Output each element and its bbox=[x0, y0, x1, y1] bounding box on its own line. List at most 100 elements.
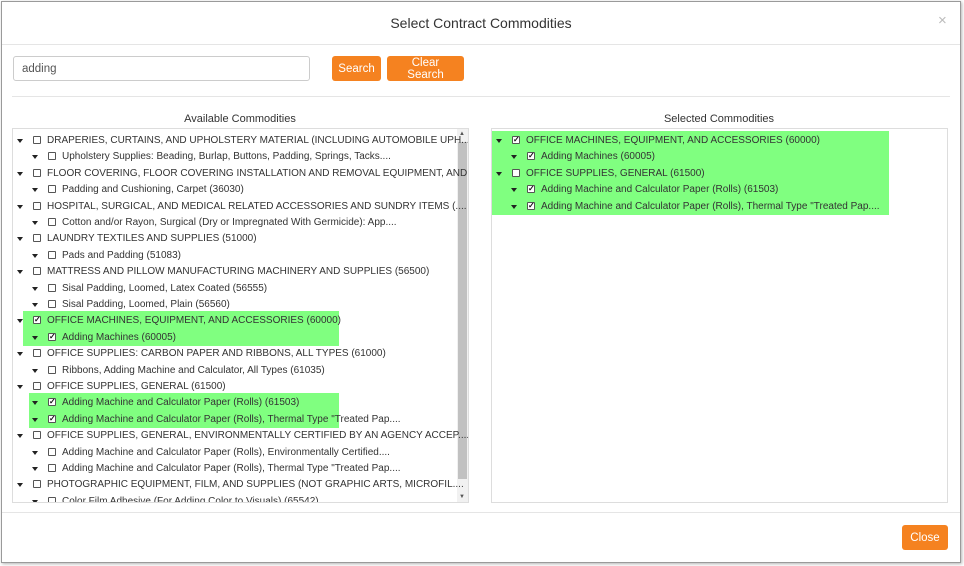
caret-down-icon[interactable] bbox=[32, 286, 38, 291]
caret-down-icon[interactable] bbox=[32, 303, 38, 307]
caret-down-icon[interactable] bbox=[17, 385, 23, 389]
tree-item-label: Upholstery Supplies: Beading, Burlap, Bu… bbox=[62, 151, 391, 163]
tree-item[interactable]: Upholstery Supplies: Beading, Burlap, Bu… bbox=[13, 149, 453, 165]
scrollbar[interactable]: ▲ ▼ bbox=[457, 129, 468, 502]
caret-down-icon[interactable] bbox=[17, 483, 23, 488]
checkbox[interactable] bbox=[33, 480, 41, 489]
tree-item[interactable]: OFFICE SUPPLIES, GENERAL (61500) bbox=[492, 166, 932, 182]
tree-item[interactable]: Adding Machine and Calculator Paper (Rol… bbox=[13, 395, 453, 411]
checkbox[interactable] bbox=[527, 152, 535, 161]
checkbox[interactable] bbox=[48, 365, 56, 374]
tree-item[interactable]: LAUNDRY TEXTILES AND SUPPLIES (51000) bbox=[13, 231, 453, 247]
close-button[interactable]: Close bbox=[902, 525, 948, 550]
caret-down-icon[interactable] bbox=[32, 155, 38, 160]
tree-item[interactable]: Pads and Padding (51083) bbox=[13, 248, 453, 264]
tree-item-label: MATTRESS AND PILLOW MANUFACTURING MACHIN… bbox=[47, 266, 430, 278]
checkbox[interactable] bbox=[33, 234, 41, 243]
tree-item[interactable]: FLOOR COVERING, FLOOR COVERING INSTALLAT… bbox=[13, 166, 468, 182]
scroll-down-icon[interactable]: ▼ bbox=[459, 494, 465, 500]
checkbox[interactable] bbox=[512, 168, 520, 177]
tree-item[interactable]: DRAPERIES, CURTAINS, AND UPHOLSTERY MATE… bbox=[13, 133, 468, 149]
close-icon[interactable]: × bbox=[938, 12, 947, 29]
caret-down-icon[interactable] bbox=[32, 499, 38, 502]
tree-item[interactable]: Adding Machine and Calculator Paper (Rol… bbox=[13, 445, 453, 461]
checkbox[interactable] bbox=[512, 136, 520, 144]
available-commodities-tree[interactable]: ▲ ▼ DRAPERIES, CURTAINS, AND UPHOLSTERY … bbox=[12, 128, 469, 503]
tree-item[interactable]: Ribbons, Adding Machine and Calculator, … bbox=[13, 363, 453, 379]
caret-down-icon[interactable] bbox=[511, 155, 517, 160]
tree-item[interactable]: Adding Machine and Calculator Paper (Rol… bbox=[492, 199, 932, 215]
tree-item[interactable]: Adding Machine and Calculator Paper (Rol… bbox=[13, 461, 453, 477]
tree-item[interactable]: OFFICE SUPPLIES: CARBON PAPER AND RIBBON… bbox=[13, 346, 453, 362]
dialog-title: Select Contract Commodities bbox=[390, 15, 572, 31]
caret-down-icon[interactable] bbox=[32, 417, 38, 422]
caret-down-icon[interactable] bbox=[32, 450, 38, 455]
checkbox[interactable] bbox=[33, 431, 41, 440]
checkbox[interactable] bbox=[48, 414, 56, 423]
tree-item[interactable]: Adding Machines (60005) bbox=[492, 149, 932, 165]
checkbox[interactable] bbox=[33, 201, 41, 210]
checkbox[interactable] bbox=[48, 464, 56, 472]
checkbox[interactable] bbox=[48, 332, 56, 341]
caret-down-icon[interactable] bbox=[17, 270, 23, 275]
divider bbox=[2, 512, 960, 513]
caret-down-icon[interactable] bbox=[32, 467, 38, 471]
caret-down-icon[interactable] bbox=[32, 368, 38, 373]
search-button[interactable]: Search bbox=[332, 56, 381, 81]
tree-item[interactable]: Adding Machine and Calculator Paper (Rol… bbox=[492, 182, 932, 198]
tree-item[interactable]: Cotton and/or Rayon, Surgical (Dry or Im… bbox=[13, 215, 453, 231]
caret-down-icon[interactable] bbox=[17, 204, 23, 209]
tree-item[interactable]: OFFICE SUPPLIES, GENERAL, ENVIRONMENTALL… bbox=[13, 428, 468, 444]
checkbox[interactable] bbox=[48, 218, 56, 226]
checkbox[interactable] bbox=[48, 185, 56, 194]
tree-item[interactable]: HOSPITAL, SURGICAL, AND MEDICAL RELATED … bbox=[13, 199, 467, 215]
checkbox[interactable] bbox=[48, 152, 56, 161]
tree-item[interactable]: MATTRESS AND PILLOW MANUFACTURING MACHIN… bbox=[13, 264, 453, 280]
checkbox[interactable] bbox=[48, 300, 56, 308]
caret-down-icon[interactable] bbox=[511, 204, 517, 209]
tree-item[interactable]: PHOTOGRAPHIC EQUIPMENT, FILM, AND SUPPLI… bbox=[13, 477, 464, 493]
caret-down-icon[interactable] bbox=[511, 188, 517, 193]
caret-down-icon[interactable] bbox=[496, 171, 502, 176]
search-input[interactable] bbox=[13, 56, 310, 81]
caret-down-icon[interactable] bbox=[17, 139, 23, 143]
clear-search-button[interactable]: Clear Search bbox=[387, 56, 464, 81]
checkbox[interactable] bbox=[48, 496, 56, 502]
tree-item[interactable]: Sisal Padding, Loomed, Plain (56560) bbox=[13, 297, 453, 313]
caret-down-icon[interactable] bbox=[32, 401, 38, 406]
selected-commodities-tree[interactable]: OFFICE MACHINES, EQUIPMENT, AND ACCESSOR… bbox=[491, 128, 948, 503]
caret-down-icon[interactable] bbox=[17, 171, 23, 176]
tree-item[interactable]: OFFICE MACHINES, EQUIPMENT, AND ACCESSOR… bbox=[492, 133, 932, 149]
caret-down-icon[interactable] bbox=[17, 319, 23, 324]
caret-down-icon[interactable] bbox=[32, 253, 38, 258]
tree-item[interactable]: Adding Machine and Calculator Paper (Rol… bbox=[13, 412, 453, 428]
checkbox[interactable] bbox=[48, 283, 56, 292]
caret-down-icon[interactable] bbox=[32, 188, 38, 193]
checkbox[interactable] bbox=[33, 136, 41, 144]
tree-item-label: Adding Machine and Calculator Paper (Rol… bbox=[62, 397, 300, 409]
checkbox[interactable] bbox=[48, 447, 56, 456]
tree-item-label: FLOOR COVERING, FLOOR COVERING INSTALLAT… bbox=[47, 167, 469, 179]
tree-item[interactable]: Padding and Cushioning, Carpet (36030) bbox=[13, 182, 453, 198]
checkbox[interactable] bbox=[33, 349, 41, 358]
checkbox[interactable] bbox=[33, 267, 41, 276]
tree-item[interactable]: Sisal Padding, Loomed, Latex Coated (565… bbox=[13, 281, 453, 297]
tree-item[interactable]: OFFICE SUPPLIES, GENERAL (61500) bbox=[13, 379, 453, 395]
tree-item[interactable]: OFFICE MACHINES, EQUIPMENT, AND ACCESSOR… bbox=[13, 313, 453, 329]
checkbox[interactable] bbox=[33, 316, 41, 325]
checkbox[interactable] bbox=[48, 250, 56, 259]
caret-down-icon[interactable] bbox=[32, 221, 38, 225]
available-commodities-label: Available Commodities bbox=[184, 113, 296, 125]
caret-down-icon[interactable] bbox=[17, 352, 23, 357]
caret-down-icon[interactable] bbox=[496, 139, 502, 143]
checkbox[interactable] bbox=[48, 398, 56, 407]
tree-item[interactable]: Color Film Adhesive (For Adding Color to… bbox=[13, 494, 453, 502]
checkbox[interactable] bbox=[527, 201, 535, 210]
checkbox[interactable] bbox=[33, 168, 41, 177]
caret-down-icon[interactable] bbox=[17, 434, 23, 439]
checkbox[interactable] bbox=[527, 185, 535, 194]
checkbox[interactable] bbox=[33, 382, 41, 390]
caret-down-icon[interactable] bbox=[32, 335, 38, 340]
caret-down-icon[interactable] bbox=[17, 237, 23, 242]
tree-item[interactable]: Adding Machines (60005) bbox=[13, 330, 453, 346]
